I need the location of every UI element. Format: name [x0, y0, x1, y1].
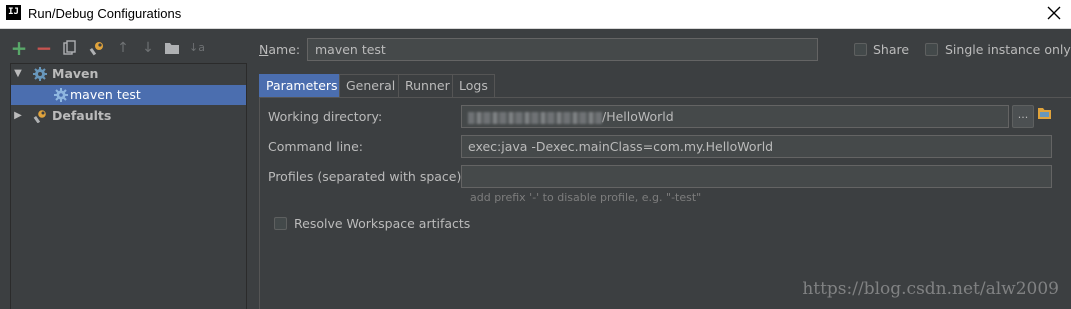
profiles-hint: add prefix '-' to disable profile, e.g. …: [470, 191, 702, 204]
single-instance-checkbox[interactable]: [925, 43, 938, 56]
wrench-icon[interactable]: [88, 38, 106, 58]
config-toolbar: + − ↑ ↓ ↓a: [10, 38, 246, 58]
window-title: Run/Debug Configurations: [28, 6, 182, 21]
redacted-path: [468, 111, 602, 124]
tree-node-maven[interactable]: ▼ Maven: [11, 64, 246, 84]
profiles-field[interactable]: [461, 165, 1052, 188]
resolve-workspace-label[interactable]: Resolve Workspace artifacts: [294, 216, 470, 231]
tree-node-defaults[interactable]: ▶ Defaults: [11, 106, 246, 126]
remove-icon[interactable]: −: [35, 38, 53, 58]
working-directory-field[interactable]: /HelloWorld: [461, 105, 1009, 128]
tab-general[interactable]: General: [339, 74, 403, 97]
share-label[interactable]: Share: [873, 42, 909, 57]
command-line-label: Command line:: [268, 139, 363, 154]
name-input[interactable]: maven test: [307, 38, 818, 61]
single-instance-label[interactable]: Single instance only: [945, 42, 1071, 57]
close-icon[interactable]: [1045, 4, 1063, 22]
add-icon[interactable]: +: [10, 38, 28, 58]
name-label: Name:: [259, 42, 301, 57]
defaults-wrench-icon: [33, 110, 46, 123]
watermark: https://blog.csdn.net/alw2009: [802, 279, 1059, 299]
tree-label-maven: Maven: [52, 66, 99, 81]
tab-runner[interactable]: Runner: [398, 74, 457, 97]
title-bar: IJ Run/Debug Configurations: [0, 0, 1071, 29]
maven-gear-icon: [54, 88, 68, 102]
tree-label-defaults: Defaults: [52, 108, 112, 123]
command-line-field[interactable]: exec:java -Dexec.mainClass=com.my.HelloW…: [461, 135, 1052, 158]
copy-icon[interactable]: [61, 38, 79, 58]
tree-node-maven-test[interactable]: maven test: [11, 85, 246, 105]
profiles-label: Profiles (separated with space):: [268, 169, 466, 184]
move-down-icon[interactable]: ↓: [139, 38, 157, 58]
tab-parameters[interactable]: Parameters: [259, 74, 345, 97]
folder-browse-icon[interactable]: [1037, 106, 1052, 120]
share-checkbox[interactable]: [854, 43, 867, 56]
maven-gear-icon: [33, 67, 47, 81]
browse-button[interactable]: ...: [1012, 105, 1034, 128]
resolve-workspace-checkbox[interactable]: [274, 217, 287, 230]
collapse-arrow-icon[interactable]: ▶: [13, 106, 23, 126]
working-directory-label: Working directory:: [268, 109, 383, 124]
move-up-icon[interactable]: ↑: [114, 38, 132, 58]
configuration-tree[interactable]: ▼ Maven maven test ▶ Defaults: [10, 63, 247, 309]
parameters-panel: Working directory: /HelloWorld ... Comma…: [259, 97, 1071, 309]
expand-arrow-icon[interactable]: ▼: [13, 64, 23, 84]
tree-label-maven-test: maven test: [70, 87, 141, 102]
folder-icon[interactable]: [163, 38, 181, 58]
tab-logs[interactable]: Logs: [452, 74, 495, 97]
intellij-app-icon: IJ: [6, 5, 21, 20]
sort-icon[interactable]: ↓a: [188, 38, 206, 58]
